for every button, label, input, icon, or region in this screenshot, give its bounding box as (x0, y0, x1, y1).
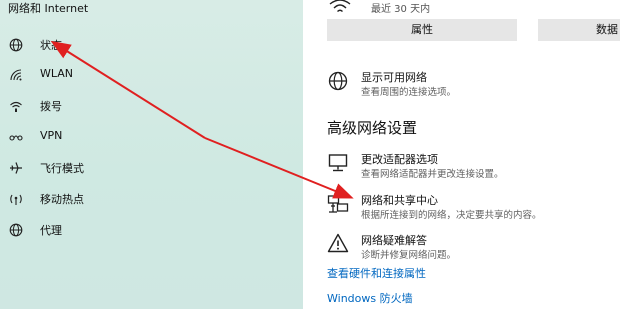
data-usage-button[interactable]: 数据 (538, 19, 620, 41)
adapter-options-title[interactable]: 更改适配器选项 (361, 151, 438, 167)
properties-button[interactable]: 属性 (327, 19, 517, 41)
sidebar-item-vpn[interactable]: VPN (0, 123, 303, 151)
sidebar-item-hotspot[interactable]: 移动热点 (0, 185, 303, 213)
monitor-icon (328, 154, 348, 172)
sharing-center-title[interactable]: 网络和共享中心 (361, 192, 438, 208)
main-panel (303, 0, 620, 309)
windows-firewall-link[interactable]: Windows 防火墙 (327, 290, 413, 306)
sidebar-item-wlan[interactable]: WLAN (0, 61, 303, 89)
dialup-icon (10, 101, 22, 112)
network-share-icon (327, 195, 349, 213)
sidebar-item-label: VPN (40, 129, 63, 142)
sidebar-item-dialup[interactable]: 拨号 (0, 92, 303, 120)
show-networks-subtitle: 查看周围的连接选项。 (361, 87, 457, 98)
hardware-properties-link[interactable]: 查看硬件和连接属性 (327, 265, 426, 281)
globe-icon (328, 71, 348, 91)
troubleshooter-subtitle: 诊断并修复网络问题。 (361, 250, 457, 261)
troubleshooter-title[interactable]: 网络疑难解答 (361, 232, 427, 248)
sidebar-item-label: 移动热点 (40, 193, 84, 206)
globe-icon (9, 223, 23, 237)
adapter-options-subtitle: 查看网络适配器并更改连接设置。 (361, 169, 504, 180)
airplane-icon (10, 162, 22, 174)
sidebar-item-proxy[interactable]: 代理 (0, 216, 303, 244)
sidebar-item-airplane[interactable]: 飞行模式 (0, 154, 303, 182)
advanced-network-heading: 高级网络设置 (327, 119, 418, 137)
vpn-icon (9, 135, 23, 141)
sidebar-item-label: 状态 (40, 39, 62, 52)
sidebar-item-label: WLAN (40, 67, 74, 80)
hotspot-icon (10, 194, 22, 205)
network-recent-usage: 最近 30 天内 (371, 4, 431, 15)
sidebar-item-status[interactable]: 状态 (0, 31, 303, 59)
sidebar-item-label: 飞行模式 (40, 162, 84, 175)
globe-icon (9, 38, 23, 52)
sidebar-item-label: 代理 (40, 224, 62, 237)
wifi-icon (329, 0, 351, 13)
sharing-center-subtitle: 根据所连接到的网络，决定要共享的内容。 (361, 210, 542, 221)
show-networks-title[interactable]: 显示可用网络 (361, 69, 427, 85)
wifi-icon (10, 69, 22, 81)
warning-icon (327, 233, 349, 253)
sidebar-title: 网络和 Internet (8, 2, 89, 15)
sidebar-item-label: 拨号 (40, 100, 62, 113)
sidebar: 网络和 Internet 状态 WLAN 拨号 VPN 飞行模式 移动热点 代理 (0, 0, 303, 309)
